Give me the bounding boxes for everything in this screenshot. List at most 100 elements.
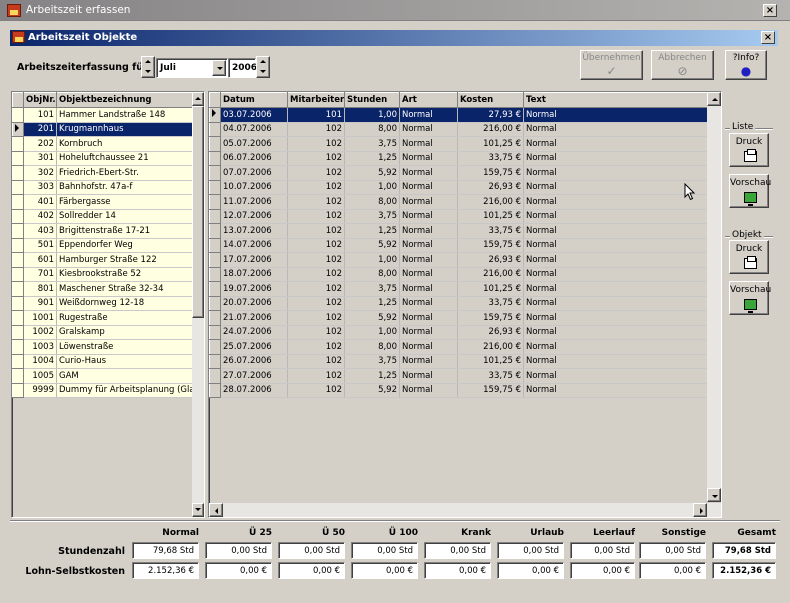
- entry-cost[interactable]: 33,75 €: [457, 368, 524, 384]
- entry-hours[interactable]: 5,92: [344, 165, 400, 181]
- object-row[interactable]: 303 Bahnhofstr. 47a-f: [12, 180, 194, 195]
- row-indicator[interactable]: [12, 339, 24, 355]
- entry-employee[interactable]: 102: [287, 180, 345, 195]
- entry-date[interactable]: 18.07.2006: [220, 267, 288, 282]
- object-row[interactable]: 402 Sollredder 14: [12, 209, 194, 224]
- child-close-button[interactable]: ×: [761, 31, 775, 44]
- entry-employee[interactable]: 102: [287, 151, 345, 166]
- entry-date[interactable]: 12.07.2006: [220, 209, 288, 224]
- entry-row[interactable]: 20.07.2006 102 1,25 Normal 33,75 € Normal: [209, 296, 708, 311]
- object-row[interactable]: 801 Maschener Straße 32-34: [12, 281, 194, 297]
- entry-row[interactable]: 25.07.2006 102 8,00 Normal 216,00 € Normal: [209, 339, 708, 355]
- cancel-button[interactable]: Abbrechen ⊘: [651, 50, 714, 80]
- entry-text[interactable]: Normal: [523, 223, 708, 239]
- entry-employee[interactable]: 102: [287, 383, 345, 398]
- entry-text[interactable]: Normal: [523, 165, 708, 181]
- entry-text[interactable]: Normal: [523, 267, 708, 282]
- entry-row[interactable]: 17.07.2006 102 1,00 Normal 26,93 € Normal: [209, 252, 708, 268]
- object-name[interactable]: Krugmannhaus: [56, 122, 194, 137]
- entry-employee[interactable]: 102: [287, 310, 345, 326]
- entry-cost[interactable]: 33,75 €: [457, 223, 524, 239]
- row-indicator[interactable]: [12, 122, 24, 137]
- row-indicator[interactable]: [12, 310, 24, 326]
- object-name[interactable]: Löwenstraße: [56, 339, 194, 355]
- entry-date[interactable]: 07.07.2006: [220, 165, 288, 181]
- entries-header-text[interactable]: Text: [523, 92, 708, 108]
- entry-cost[interactable]: 101,25 €: [457, 281, 524, 297]
- object-row[interactable]: 601 Hamburger Straße 122: [12, 252, 194, 268]
- entry-cost[interactable]: 27,93 €: [457, 107, 524, 123]
- entry-row[interactable]: 19.07.2006 102 3,75 Normal 101,25 € Normal: [209, 281, 708, 297]
- entries-header-employee[interactable]: Mitarbeiter: [287, 92, 345, 108]
- entry-text[interactable]: Normal: [523, 238, 708, 253]
- entry-text[interactable]: Normal: [523, 209, 708, 224]
- entry-hours[interactable]: 8,00: [344, 122, 400, 137]
- object-nr[interactable]: 301: [23, 151, 57, 166]
- apply-button[interactable]: Übernehmen ✓: [580, 50, 643, 80]
- object-nr[interactable]: 303: [23, 180, 57, 195]
- object-nr[interactable]: 401: [23, 194, 57, 210]
- entry-row[interactable]: 06.07.2006 102 1,25 Normal 33,75 € Normal: [209, 151, 708, 166]
- row-indicator[interactable]: [12, 223, 24, 239]
- row-indicator[interactable]: [209, 339, 221, 355]
- entry-type[interactable]: Normal: [399, 325, 458, 340]
- row-indicator[interactable]: [12, 136, 24, 152]
- object-name[interactable]: Färbergasse: [56, 194, 194, 210]
- object-nr[interactable]: 1001: [23, 310, 57, 326]
- entry-row[interactable]: 07.07.2006 102 5,92 Normal 159,75 € Normal: [209, 165, 708, 181]
- entry-date[interactable]: 24.07.2006: [220, 325, 288, 340]
- entry-date[interactable]: 17.07.2006: [220, 252, 288, 268]
- object-nr[interactable]: 901: [23, 296, 57, 311]
- row-indicator[interactable]: [209, 194, 221, 210]
- entry-employee[interactable]: 102: [287, 209, 345, 224]
- object-name[interactable]: Hamburger Straße 122: [56, 252, 194, 268]
- object-name[interactable]: Eppendorfer Weg: [56, 238, 194, 253]
- row-indicator[interactable]: [12, 209, 24, 224]
- entry-cost[interactable]: 216,00 €: [457, 339, 524, 355]
- entry-text[interactable]: Normal: [523, 339, 708, 355]
- row-indicator[interactable]: [209, 325, 221, 340]
- entry-cost[interactable]: 159,75 €: [457, 310, 524, 326]
- entry-row[interactable]: 03.07.2006 101 1,00 Normal 27,93 € Normal: [209, 107, 708, 123]
- row-indicator[interactable]: [209, 368, 221, 384]
- object-name[interactable]: Gralskamp: [56, 325, 194, 340]
- object-nr[interactable]: 9999: [23, 383, 57, 398]
- entry-row[interactable]: 14.07.2006 102 5,92 Normal 159,75 € Normal: [209, 238, 708, 253]
- row-indicator[interactable]: [209, 122, 221, 137]
- entries-header-date[interactable]: Datum: [220, 92, 288, 108]
- entry-text[interactable]: Normal: [523, 281, 708, 297]
- object-nr[interactable]: 402: [23, 209, 57, 224]
- entry-row[interactable]: 11.07.2006 102 8,00 Normal 216,00 € Normal: [209, 194, 708, 210]
- object-name[interactable]: Kornbruch: [56, 136, 194, 152]
- row-indicator[interactable]: [209, 136, 221, 152]
- list-preview-button[interactable]: Vorschau: [729, 174, 771, 208]
- object-nr[interactable]: 701: [23, 267, 57, 282]
- entry-row[interactable]: 24.07.2006 102 1,00 Normal 26,93 € Normal: [209, 325, 708, 340]
- entry-hours[interactable]: 1,00: [344, 252, 400, 268]
- entry-type[interactable]: Normal: [399, 296, 458, 311]
- object-name[interactable]: Hammer Landstraße 148: [56, 107, 194, 123]
- entry-hours[interactable]: 1,00: [344, 180, 400, 195]
- entry-cost[interactable]: 216,00 €: [457, 122, 524, 137]
- entry-hours[interactable]: 5,92: [344, 238, 400, 253]
- entry-text[interactable]: Normal: [523, 383, 708, 398]
- object-nr[interactable]: 1002: [23, 325, 57, 340]
- entry-date[interactable]: 11.07.2006: [220, 194, 288, 210]
- entry-cost[interactable]: 33,75 €: [457, 151, 524, 166]
- entry-type[interactable]: Normal: [399, 194, 458, 210]
- entry-row[interactable]: 04.07.2006 102 8,00 Normal 216,00 € Normal: [209, 122, 708, 137]
- object-name[interactable]: Brigittenstraße 17-21: [56, 223, 194, 239]
- entry-text[interactable]: Normal: [523, 151, 708, 166]
- object-name[interactable]: Bahnhofstr. 47a-f: [56, 180, 194, 195]
- entry-hours[interactable]: 1,25: [344, 296, 400, 311]
- row-indicator[interactable]: [209, 296, 221, 311]
- entry-employee[interactable]: 102: [287, 238, 345, 253]
- entry-employee[interactable]: 102: [287, 267, 345, 282]
- entry-hours[interactable]: 5,92: [344, 310, 400, 326]
- scroll-up-button[interactable]: [707, 92, 721, 106]
- object-nr[interactable]: 403: [23, 223, 57, 239]
- entry-employee[interactable]: 102: [287, 368, 345, 384]
- object-row[interactable]: 1001 Rugestraße: [12, 310, 194, 326]
- entry-employee[interactable]: 102: [287, 296, 345, 311]
- entry-date[interactable]: 19.07.2006: [220, 281, 288, 297]
